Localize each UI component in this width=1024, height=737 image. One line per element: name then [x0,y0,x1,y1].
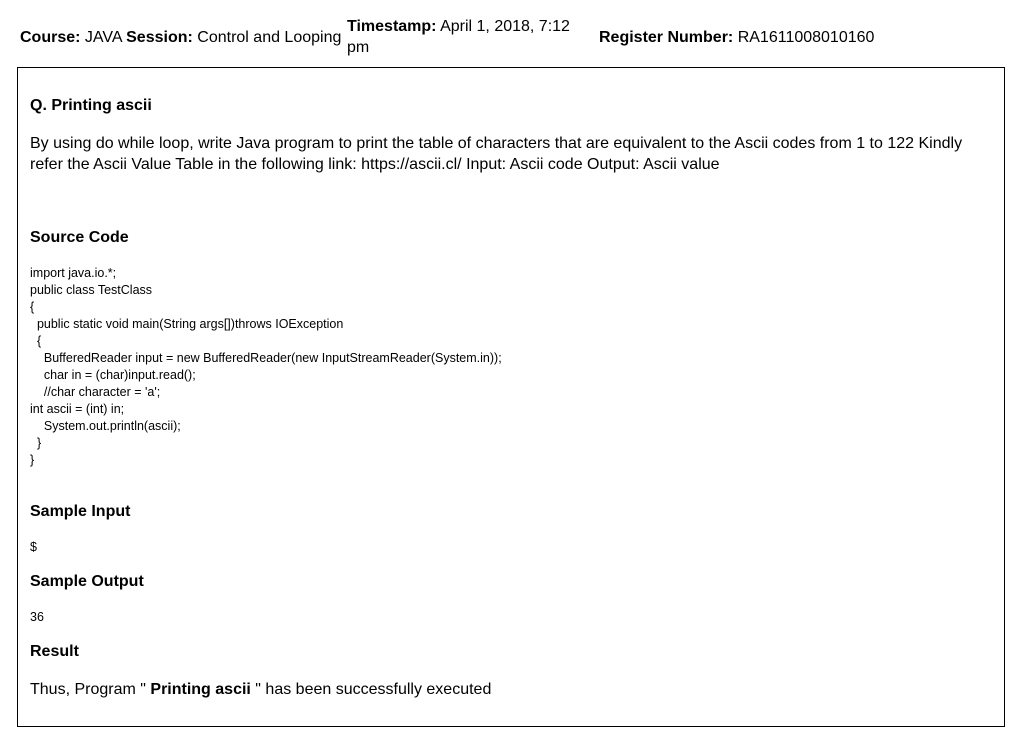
question-text: By using do while loop, write Java progr… [30,135,963,173]
register-value: RA1611008010160 [737,29,875,46]
result-text: Thus, Program " Printing ascii " has bee… [30,679,491,700]
course-label: Course: [20,29,81,46]
result-suffix: " has been successfully executed [250,681,492,698]
sample-output-value: 36 [30,610,44,624]
register-label: Register Number: [599,29,734,46]
sample-input-title: Sample Input [30,503,131,520]
source-code-block: import java.io.*; public class TestClass… [30,266,502,467]
source-code-title: Source Code [30,229,129,246]
course-value: JAVA [84,29,122,46]
session-value: Control and Looping [197,29,342,46]
question-title: Q. Printing ascii [30,97,152,114]
course-session-field: Course: JAVA Session: Control and Loopin… [20,27,341,48]
result-program-name: Printing ascii [150,681,251,698]
timestamp-label: Timestamp: [347,18,437,35]
register-number-field: Register Number: RA1611008010160 [599,27,874,48]
session-label: Session: [126,29,193,46]
timestamp-field: Timestamp: April 1, 2018, 7:12 pm [347,16,587,58]
result-title: Result [30,643,79,660]
sample-input-value: $ [30,540,37,554]
report-header: Course: JAVA Session: Control and Loopin… [20,14,1010,60]
sample-output-title: Sample Output [30,573,144,590]
result-prefix: Thus, Program " [30,681,151,698]
report-body: Q. Printing ascii By using do while loop… [17,67,1005,727]
